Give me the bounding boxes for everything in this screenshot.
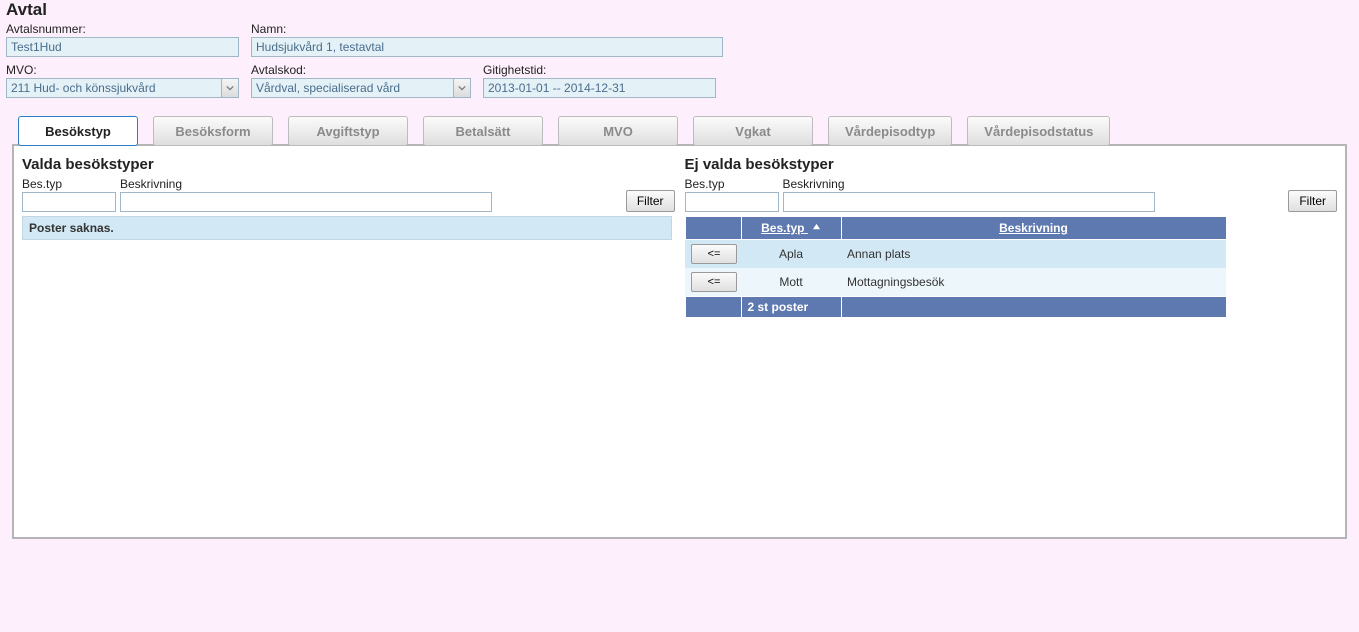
row-type: Apla [741,240,841,269]
available-filter-type-label: Bes.typ [685,177,779,191]
move-left-button[interactable]: <= [691,272,737,292]
chevron-down-icon [221,78,239,98]
selected-filter-row: Bes.typ Beskrivning Filter [22,177,675,212]
giltighetstid-label: Gitighetstid: [483,63,716,77]
available-filter-type-input[interactable] [685,192,779,212]
mvo-value: 211 Hud- och könssjukvård [6,78,221,98]
available-filter-desc-input[interactable] [783,192,1155,212]
table-row: <= Apla Annan plats [685,240,1226,269]
selected-panel: Valda besökstyper Bes.typ Beskrivning Fi… [22,152,675,529]
available-col-action [685,217,741,240]
tab-vardepisodstatus[interactable]: Vårdepisodstatus [967,116,1110,146]
available-filter-row: Bes.typ Beskrivning Filter [685,177,1338,212]
available-title: Ej valda besökstyper [685,156,1338,173]
avtalsnummer-label: Avtalsnummer: [6,22,239,36]
chevron-down-icon [453,78,471,98]
selected-title: Valda besökstyper [22,156,675,173]
giltighetstid-value: 2013-01-01 -- 2014-12-31 [483,78,716,98]
mvo-select[interactable]: 211 Hud- och könssjukvård [6,78,239,98]
table-row: <= Mott Mottagningsbesök [685,268,1226,297]
tab-vgkat[interactable]: Vgkat [693,116,813,146]
available-panel: Ej valda besökstyper Bes.typ Beskrivning… [685,152,1338,529]
available-filter-button[interactable]: Filter [1288,190,1337,212]
move-left-button[interactable]: <= [691,244,737,264]
avtalskod-select[interactable]: Vårdval, specialiserad vård [251,78,471,98]
namn-label: Namn: [251,22,723,36]
tab-strip: Besökstyp Besöksform Avgiftstyp Betalsät… [18,116,1353,146]
mvo-label: MVO: [6,63,239,77]
selected-empty-message: Poster saknas. [22,216,672,240]
selected-filter-button[interactable]: Filter [626,190,675,212]
sort-asc-icon [812,221,821,235]
table-footer-count: 2 st poster [741,297,841,318]
available-col-desc-label: Beskrivning [999,221,1068,235]
selected-filter-type-label: Bes.typ [22,177,116,191]
table-footer: 2 st poster [685,297,1226,318]
available-col-desc[interactable]: Beskrivning [841,217,1226,240]
field-row-2: MVO: 211 Hud- och könssjukvård Avtalskod… [6,63,1353,98]
avtalskod-value: Vårdval, specialiserad vård [251,78,453,98]
selected-filter-desc-label: Beskrivning [120,177,492,191]
tab-mvo[interactable]: MVO [558,116,678,146]
row-type: Mott [741,268,841,297]
avtalskod-label: Avtalskod: [251,63,471,77]
field-row-1: Avtalsnummer: Test1Hud Namn: Hudsjukvård… [6,22,1353,57]
tab-betalsatt[interactable]: Betalsätt [423,116,543,146]
tab-vardepisodtyp[interactable]: Vårdepisodtyp [828,116,952,146]
available-col-type[interactable]: Bes.typ [741,217,841,240]
selected-filter-desc-input[interactable] [120,192,492,212]
row-desc: Annan plats [841,240,1226,269]
tab-avgiftstyp[interactable]: Avgiftstyp [288,116,408,146]
page-title: Avtal [6,0,1353,20]
available-filter-desc-label: Beskrivning [783,177,1155,191]
available-col-type-label: Bes.typ [761,221,804,235]
row-desc: Mottagningsbesök [841,268,1226,297]
tab-besoksform[interactable]: Besöksform [153,116,273,146]
avtalsnummer-value: Test1Hud [6,37,239,57]
namn-value: Hudsjukvård 1, testavtal [251,37,723,57]
tab-besokstyp[interactable]: Besökstyp [18,116,138,146]
tab-panel: Valda besökstyper Bes.typ Beskrivning Fi… [12,144,1347,539]
selected-filter-type-input[interactable] [22,192,116,212]
available-table: Bes.typ Beskrivning <= Apla [685,216,1227,318]
